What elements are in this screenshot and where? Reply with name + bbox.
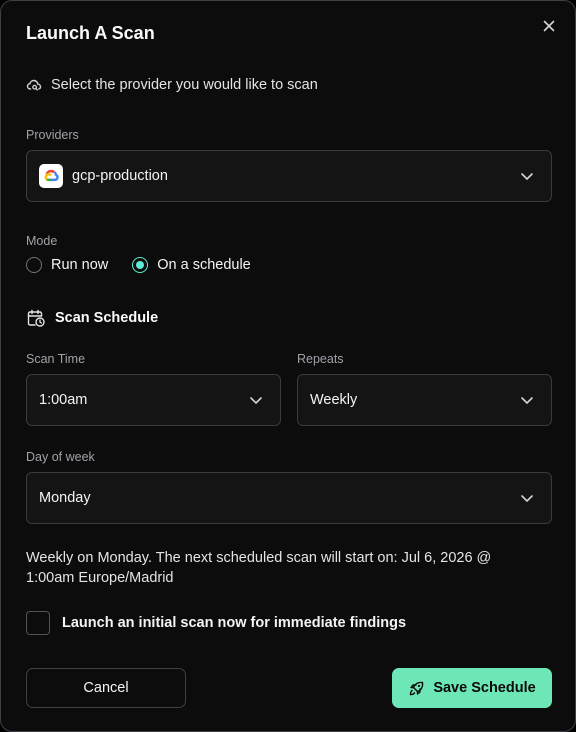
provider-hint: Select the provider you would like to sc… [26,77,318,93]
chevron-down-icon [521,495,533,502]
mode-radio-group: Run now On a schedule [26,257,275,273]
radio-run-now-indicator[interactable] [26,257,42,273]
dialog-title: Launch A Scan [26,23,155,43]
rocket-icon [410,681,424,695]
repeats-label: Repeats [297,352,344,366]
scan-schedule-heading: Scan Schedule [26,308,158,328]
close-icon[interactable] [541,18,557,34]
calendar-clock-icon [27,309,45,327]
scan-time-value: 1:00am [39,392,88,408]
repeats-select[interactable]: Weekly [297,374,552,426]
launch-scan-dialog: Launch A Scan Select the provider you wo… [0,0,576,732]
scan-time-label: Scan Time [26,352,86,366]
radio-on-a-schedule[interactable]: On a schedule [132,257,251,273]
providers-select[interactable]: gcp-production [26,150,552,202]
scan-schedule-heading-text: Scan Schedule [55,310,159,326]
radio-run-now[interactable]: Run now [26,257,108,273]
chevron-down-icon [521,397,533,404]
initial-scan-label: Launch an initial scan now for immediate… [62,615,407,631]
provider-hint-text: Select the provider you would like to sc… [51,77,318,93]
initial-scan-checkbox[interactable] [26,611,50,635]
radio-on-a-schedule-indicator[interactable] [132,257,149,273]
google-cloud-logo-icon [39,164,63,188]
cancel-button[interactable]: Cancel [26,668,186,708]
chevron-down-icon [250,397,262,404]
scan-time-select[interactable]: 1:00am [26,374,281,426]
initial-scan-option[interactable]: Launch an initial scan now for immediate… [26,611,406,635]
day-of-week-label: Day of week [26,450,95,464]
schedule-summary: Weekly on Monday. The next scheduled sca… [26,550,492,586]
save-schedule-label: Save Schedule [433,680,536,696]
cloud-scan-icon [26,79,42,91]
chevron-down-icon [521,173,533,180]
day-of-week-select[interactable]: Monday [26,472,552,524]
radio-run-now-label: Run now [51,257,109,273]
providers-label: Providers [26,128,79,142]
day-of-week-value: Monday [39,490,91,506]
radio-on-a-schedule-label: On a schedule [157,257,251,273]
save-schedule-button[interactable]: Save Schedule [392,668,552,708]
providers-select-value: gcp-production [72,168,168,184]
repeats-value: Weekly [310,392,358,408]
mode-label: Mode [26,234,58,248]
